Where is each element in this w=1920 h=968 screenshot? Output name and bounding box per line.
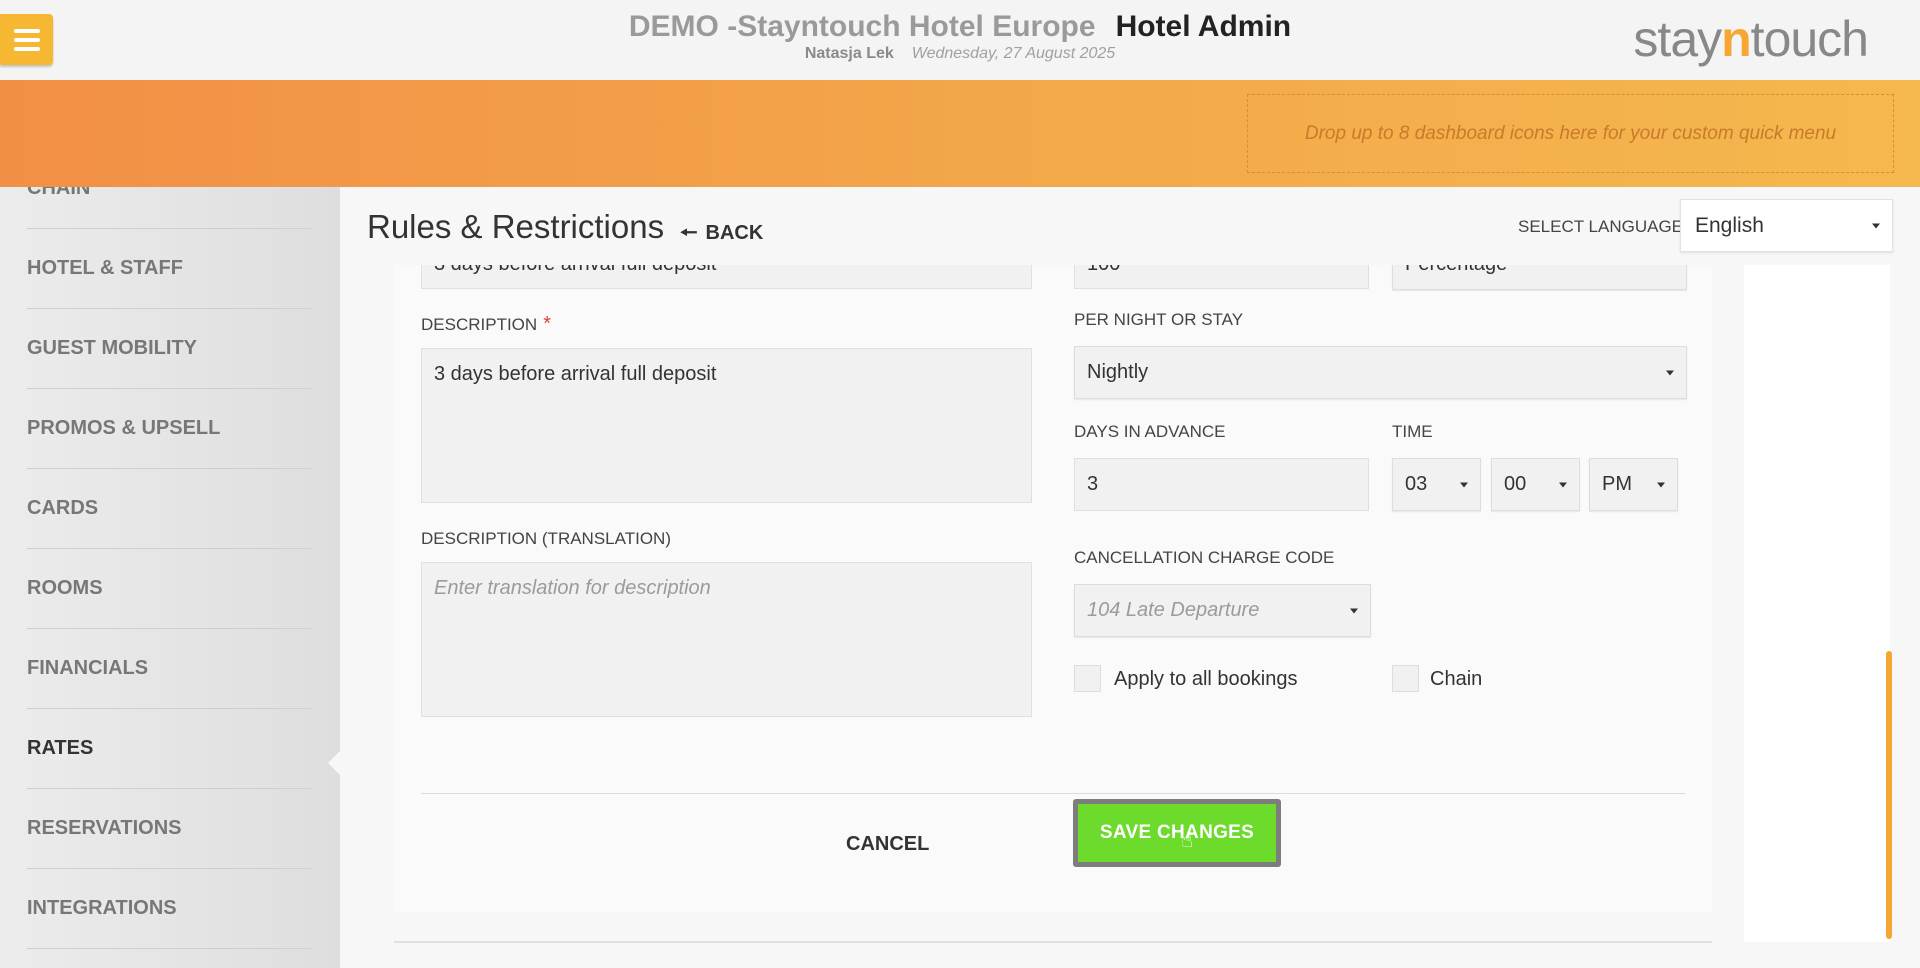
sidebar-item-chain[interactable]: CHAIN bbox=[27, 187, 313, 229]
rule-name-value: 3 days before arrival full deposit bbox=[434, 265, 716, 276]
sidebar-item-label: CARDS bbox=[27, 497, 99, 519]
user-name: Natasja Lek bbox=[804, 45, 894, 62]
chain-label: Chain bbox=[1430, 668, 1483, 690]
amount-type-select[interactable]: Percentage bbox=[1392, 265, 1687, 290]
save-changes-button[interactable]: SAVE CHANGES bbox=[1073, 799, 1281, 867]
time-ampm-select[interactable]: PM bbox=[1589, 458, 1678, 511]
sidebar-item-rates[interactable]: RATES bbox=[27, 709, 313, 789]
select-language-label: SELECT LANGUAGE bbox=[1518, 217, 1684, 236]
days-value: 3 bbox=[1087, 473, 1099, 495]
description-label: DESCRIPTION * bbox=[421, 313, 551, 336]
dropzone-text: Drop up to 8 dashboard icons here for yo… bbox=[1304, 122, 1837, 144]
sidebar-item-rooms[interactable]: ROOMS bbox=[27, 549, 313, 629]
cancellation-charge-code-label: CANCELLATION CHARGE CODE bbox=[1074, 548, 1335, 567]
language-select[interactable]: English bbox=[1680, 199, 1893, 252]
per-night-select[interactable]: Nightly bbox=[1074, 346, 1687, 399]
hand-cursor-icon: ☝ bbox=[1181, 830, 1194, 852]
sidebar-item-label: INTEGRATIONS bbox=[27, 897, 177, 919]
logo-accent: n bbox=[1721, 11, 1752, 67]
sidebar-item-cards[interactable]: CARDS bbox=[27, 469, 313, 549]
page-title: Rules & Restrictions bbox=[367, 208, 665, 245]
description-label-text: DESCRIPTION bbox=[421, 315, 538, 334]
sidebar-nav: CHAIN HOTEL & STAFF GUEST MOBILITY PROMO… bbox=[0, 187, 340, 968]
sidebar-item-guest-mobility[interactable]: GUEST MOBILITY bbox=[27, 309, 313, 389]
amount-value: 100 bbox=[1087, 265, 1120, 276]
sidebar-item-label: ROOMS bbox=[27, 577, 103, 599]
description-value: 3 days before arrival full deposit bbox=[434, 363, 717, 385]
save-changes-label: SAVE CHANGES bbox=[1078, 804, 1276, 862]
time-label: TIME bbox=[1392, 422, 1433, 441]
amount-type-value: Percentage bbox=[1405, 265, 1507, 276]
form-divider bbox=[421, 793, 1685, 794]
business-date: Wednesday, 27 August 2025 bbox=[911, 45, 1116, 62]
caret-down-icon bbox=[1657, 482, 1665, 487]
language-value: English bbox=[1695, 213, 1764, 237]
sidebar-item-label: GUEST MOBILITY bbox=[27, 337, 197, 359]
time-hour-value: 03 bbox=[1405, 473, 1428, 495]
description-textarea[interactable]: 3 days before arrival full deposit bbox=[421, 348, 1032, 503]
apply-all-bookings-label: Apply to all bookings bbox=[1114, 668, 1298, 690]
caret-down-icon bbox=[1460, 482, 1468, 487]
apply-all-bookings-checkbox[interactable] bbox=[1074, 665, 1101, 692]
sidebar-item-label: HOTEL & STAFF bbox=[27, 257, 183, 279]
main-content: Rules & Restrictions 🠔 BACK SELECT LANGUA… bbox=[340, 187, 1920, 968]
sidebar-item-label: RESERVATIONS bbox=[27, 817, 182, 839]
arrow-left-icon: 🠔 bbox=[680, 222, 698, 244]
sidebar-item-promos-upsell[interactable]: PROMOS & UPSELL bbox=[27, 389, 313, 469]
caret-down-icon bbox=[1559, 482, 1567, 487]
time-hour-select[interactable]: 03 bbox=[1392, 458, 1481, 511]
description-translation-textarea[interactable]: Enter translation for description bbox=[421, 562, 1032, 717]
rule-form-panel: 3 days before arrival full deposit 100 P… bbox=[394, 265, 1712, 912]
caret-down-icon bbox=[1872, 223, 1880, 228]
sidebar-item-label: FINANCIALS bbox=[27, 657, 149, 679]
description-translation-label: DESCRIPTION (TRANSLATION) bbox=[421, 529, 671, 548]
back-label: BACK bbox=[705, 222, 764, 244]
panel-bottom-line bbox=[394, 941, 1712, 943]
translation-placeholder: Enter translation for description bbox=[434, 577, 711, 599]
hotel-name: DEMO -Stayntouch Hotel Europe bbox=[628, 10, 1096, 43]
per-night-label: PER NIGHT OR STAY bbox=[1074, 310, 1244, 329]
app-header: DEMO -Stayntouch Hotel Europe Hotel Admin… bbox=[0, 0, 1920, 80]
sidebar-item-integrations[interactable]: INTEGRATIONS bbox=[27, 869, 313, 949]
stayntouch-logo: stayntouch bbox=[1633, 10, 1869, 68]
sidebar-item-label: CHAIN bbox=[27, 187, 91, 199]
right-rail bbox=[1744, 265, 1890, 942]
days-in-advance-label: DAYS IN ADVANCE bbox=[1074, 422, 1226, 441]
cancellation-charge-code-select[interactable]: 104 Late Departure bbox=[1074, 584, 1371, 637]
vertical-scrollbar[interactable] bbox=[1886, 651, 1892, 939]
sidebar-item-label: RATES bbox=[27, 737, 94, 759]
sidebar-item-hotel-staff[interactable]: HOTEL & STAFF bbox=[27, 229, 313, 309]
logo-prefix: stay bbox=[1633, 11, 1722, 67]
cancellation-charge-code-value: 104 Late Departure bbox=[1087, 599, 1260, 621]
quick-menu-band: Drop up to 8 dashboard icons here for yo… bbox=[0, 80, 1920, 187]
rule-name-input[interactable]: 3 days before arrival full deposit bbox=[421, 265, 1032, 289]
days-in-advance-input[interactable]: 3 bbox=[1074, 458, 1369, 511]
sidebar-item-label: PROMOS & UPSELL bbox=[27, 417, 221, 439]
app-title: Hotel Admin bbox=[1115, 10, 1292, 43]
time-ampm-value: PM bbox=[1602, 473, 1632, 495]
amount-input[interactable]: 100 bbox=[1074, 265, 1369, 289]
logo-suffix: touch bbox=[1750, 11, 1869, 67]
per-night-value: Nightly bbox=[1087, 361, 1149, 383]
cancel-button[interactable]: CANCEL bbox=[846, 833, 929, 856]
quick-menu-dropzone[interactable]: Drop up to 8 dashboard icons here for yo… bbox=[1247, 94, 1894, 173]
caret-down-icon bbox=[1350, 608, 1358, 613]
chain-checkbox[interactable] bbox=[1392, 665, 1419, 692]
caret-down-icon bbox=[1666, 370, 1674, 375]
back-button[interactable]: 🠔 BACK bbox=[680, 218, 763, 252]
sidebar-item-financials[interactable]: FINANCIALS bbox=[27, 629, 313, 709]
time-minute-value: 00 bbox=[1504, 473, 1527, 495]
sidebar-item-reservations[interactable]: RESERVATIONS bbox=[27, 789, 313, 869]
required-mark: * bbox=[543, 313, 551, 335]
header-title: DEMO -Stayntouch Hotel Europe Hotel Admin bbox=[0, 10, 1920, 44]
time-minute-select[interactable]: 00 bbox=[1491, 458, 1580, 511]
header-subtitle: Natasja Lek Wednesday, 27 August 2025 bbox=[0, 45, 1920, 63]
